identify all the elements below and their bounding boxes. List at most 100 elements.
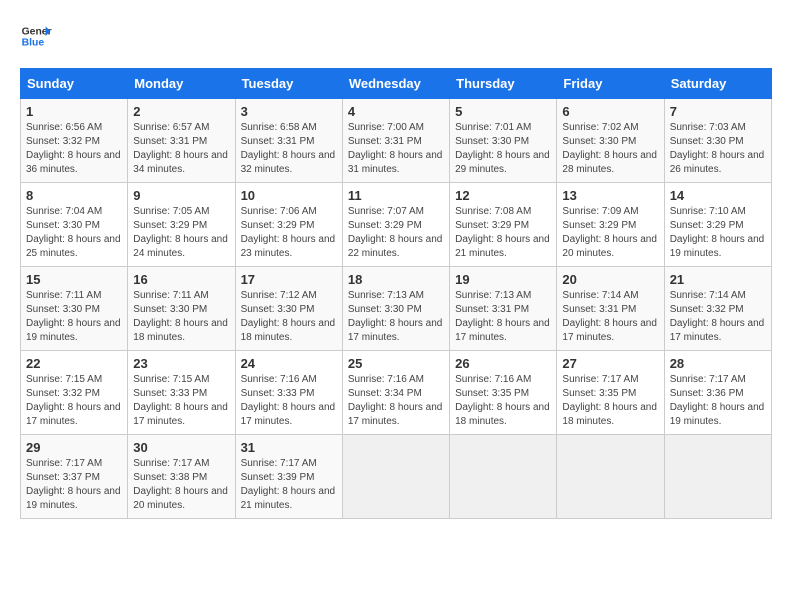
day-number: 1: [26, 104, 122, 119]
calendar-cell: 2 Sunrise: 6:57 AMSunset: 3:31 PMDayligh…: [128, 99, 235, 183]
day-number: 6: [562, 104, 658, 119]
calendar-cell: 19 Sunrise: 7:13 AMSunset: 3:31 PMDaylig…: [450, 267, 557, 351]
day-number: 27: [562, 356, 658, 371]
calendar-cell: 27 Sunrise: 7:17 AMSunset: 3:35 PMDaylig…: [557, 351, 664, 435]
calendar-cell: 16 Sunrise: 7:11 AMSunset: 3:30 PMDaylig…: [128, 267, 235, 351]
calendar-cell: 5 Sunrise: 7:01 AMSunset: 3:30 PMDayligh…: [450, 99, 557, 183]
calendar-cell: 17 Sunrise: 7:12 AMSunset: 3:30 PMDaylig…: [235, 267, 342, 351]
day-info: Sunrise: 7:03 AMSunset: 3:30 PMDaylight:…: [670, 121, 766, 177]
day-info: Sunrise: 7:11 AMSunset: 3:30 PMDaylight:…: [26, 289, 122, 345]
day-number: 4: [348, 104, 444, 119]
day-number: 20: [562, 272, 658, 287]
day-number: 12: [455, 188, 551, 203]
day-info: Sunrise: 7:09 AMSunset: 3:29 PMDaylight:…: [562, 205, 658, 261]
day-info: Sunrise: 6:58 AMSunset: 3:31 PMDaylight:…: [241, 121, 337, 177]
day-number: 30: [133, 440, 229, 455]
day-info: Sunrise: 7:13 AMSunset: 3:31 PMDaylight:…: [455, 289, 551, 345]
day-number: 29: [26, 440, 122, 455]
day-number: 17: [241, 272, 337, 287]
calendar-cell: 15 Sunrise: 7:11 AMSunset: 3:30 PMDaylig…: [21, 267, 128, 351]
calendar-cell: 4 Sunrise: 7:00 AMSunset: 3:31 PMDayligh…: [342, 99, 449, 183]
day-info: Sunrise: 7:08 AMSunset: 3:29 PMDaylight:…: [455, 205, 551, 261]
day-number: 10: [241, 188, 337, 203]
day-info: Sunrise: 7:02 AMSunset: 3:30 PMDaylight:…: [562, 121, 658, 177]
day-number: 9: [133, 188, 229, 203]
calendar-week-3: 15 Sunrise: 7:11 AMSunset: 3:30 PMDaylig…: [21, 267, 772, 351]
day-info: Sunrise: 7:04 AMSunset: 3:30 PMDaylight:…: [26, 205, 122, 261]
day-info: Sunrise: 7:17 AMSunset: 3:37 PMDaylight:…: [26, 457, 122, 513]
header-cell-saturday: Saturday: [664, 69, 771, 99]
day-info: Sunrise: 7:15 AMSunset: 3:32 PMDaylight:…: [26, 373, 122, 429]
calendar-cell: 1 Sunrise: 6:56 AMSunset: 3:32 PMDayligh…: [21, 99, 128, 183]
day-info: Sunrise: 7:13 AMSunset: 3:30 PMDaylight:…: [348, 289, 444, 345]
day-info: Sunrise: 7:11 AMSunset: 3:30 PMDaylight:…: [133, 289, 229, 345]
calendar-cell: 30 Sunrise: 7:17 AMSunset: 3:38 PMDaylig…: [128, 435, 235, 519]
page-header: General Blue: [20, 20, 772, 52]
header-cell-wednesday: Wednesday: [342, 69, 449, 99]
calendar-week-2: 8 Sunrise: 7:04 AMSunset: 3:30 PMDayligh…: [21, 183, 772, 267]
calendar-cell: 3 Sunrise: 6:58 AMSunset: 3:31 PMDayligh…: [235, 99, 342, 183]
calendar-table: SundayMondayTuesdayWednesdayThursdayFrid…: [20, 68, 772, 519]
day-number: 18: [348, 272, 444, 287]
calendar-cell: 22 Sunrise: 7:15 AMSunset: 3:32 PMDaylig…: [21, 351, 128, 435]
day-info: Sunrise: 7:16 AMSunset: 3:34 PMDaylight:…: [348, 373, 444, 429]
day-number: 2: [133, 104, 229, 119]
calendar-cell: 24 Sunrise: 7:16 AMSunset: 3:33 PMDaylig…: [235, 351, 342, 435]
calendar-cell: 18 Sunrise: 7:13 AMSunset: 3:30 PMDaylig…: [342, 267, 449, 351]
day-number: 23: [133, 356, 229, 371]
day-info: Sunrise: 7:07 AMSunset: 3:29 PMDaylight:…: [348, 205, 444, 261]
calendar-body: 1 Sunrise: 6:56 AMSunset: 3:32 PMDayligh…: [21, 99, 772, 519]
day-info: Sunrise: 7:17 AMSunset: 3:36 PMDaylight:…: [670, 373, 766, 429]
day-number: 5: [455, 104, 551, 119]
calendar-week-5: 29 Sunrise: 7:17 AMSunset: 3:37 PMDaylig…: [21, 435, 772, 519]
day-number: 22: [26, 356, 122, 371]
day-number: 3: [241, 104, 337, 119]
calendar-header-row: SundayMondayTuesdayWednesdayThursdayFrid…: [21, 69, 772, 99]
header-cell-tuesday: Tuesday: [235, 69, 342, 99]
day-info: Sunrise: 7:14 AMSunset: 3:32 PMDaylight:…: [670, 289, 766, 345]
calendar-cell: 28 Sunrise: 7:17 AMSunset: 3:36 PMDaylig…: [664, 351, 771, 435]
calendar-cell: 14 Sunrise: 7:10 AMSunset: 3:29 PMDaylig…: [664, 183, 771, 267]
day-number: 25: [348, 356, 444, 371]
calendar-cell: 20 Sunrise: 7:14 AMSunset: 3:31 PMDaylig…: [557, 267, 664, 351]
day-number: 26: [455, 356, 551, 371]
calendar-cell: 21 Sunrise: 7:14 AMSunset: 3:32 PMDaylig…: [664, 267, 771, 351]
day-info: Sunrise: 7:05 AMSunset: 3:29 PMDaylight:…: [133, 205, 229, 261]
day-info: Sunrise: 7:17 AMSunset: 3:38 PMDaylight:…: [133, 457, 229, 513]
day-info: Sunrise: 7:01 AMSunset: 3:30 PMDaylight:…: [455, 121, 551, 177]
calendar-cell: 7 Sunrise: 7:03 AMSunset: 3:30 PMDayligh…: [664, 99, 771, 183]
day-number: 19: [455, 272, 551, 287]
calendar-cell: 6 Sunrise: 7:02 AMSunset: 3:30 PMDayligh…: [557, 99, 664, 183]
day-info: Sunrise: 7:10 AMSunset: 3:29 PMDaylight:…: [670, 205, 766, 261]
day-info: Sunrise: 7:06 AMSunset: 3:29 PMDaylight:…: [241, 205, 337, 261]
day-number: 21: [670, 272, 766, 287]
day-number: 28: [670, 356, 766, 371]
calendar-cell: 13 Sunrise: 7:09 AMSunset: 3:29 PMDaylig…: [557, 183, 664, 267]
svg-text:Blue: Blue: [22, 38, 45, 49]
calendar-cell: 11 Sunrise: 7:07 AMSunset: 3:29 PMDaylig…: [342, 183, 449, 267]
day-number: 7: [670, 104, 766, 119]
day-number: 24: [241, 356, 337, 371]
calendar-cell: 31 Sunrise: 7:17 AMSunset: 3:39 PMDaylig…: [235, 435, 342, 519]
calendar-cell: 23 Sunrise: 7:15 AMSunset: 3:33 PMDaylig…: [128, 351, 235, 435]
calendar-week-4: 22 Sunrise: 7:15 AMSunset: 3:32 PMDaylig…: [21, 351, 772, 435]
header-cell-friday: Friday: [557, 69, 664, 99]
day-number: 8: [26, 188, 122, 203]
day-info: Sunrise: 7:14 AMSunset: 3:31 PMDaylight:…: [562, 289, 658, 345]
calendar-cell: 25 Sunrise: 7:16 AMSunset: 3:34 PMDaylig…: [342, 351, 449, 435]
calendar-cell: 10 Sunrise: 7:06 AMSunset: 3:29 PMDaylig…: [235, 183, 342, 267]
day-info: Sunrise: 6:57 AMSunset: 3:31 PMDaylight:…: [133, 121, 229, 177]
day-info: Sunrise: 7:16 AMSunset: 3:33 PMDaylight:…: [241, 373, 337, 429]
calendar-cell: [342, 435, 449, 519]
day-number: 14: [670, 188, 766, 203]
day-info: Sunrise: 7:00 AMSunset: 3:31 PMDaylight:…: [348, 121, 444, 177]
header-cell-monday: Monday: [128, 69, 235, 99]
day-number: 31: [241, 440, 337, 455]
day-info: Sunrise: 7:16 AMSunset: 3:35 PMDaylight:…: [455, 373, 551, 429]
logo-icon: General Blue: [20, 20, 52, 52]
calendar-cell: 12 Sunrise: 7:08 AMSunset: 3:29 PMDaylig…: [450, 183, 557, 267]
day-number: 13: [562, 188, 658, 203]
day-number: 11: [348, 188, 444, 203]
day-info: Sunrise: 7:17 AMSunset: 3:39 PMDaylight:…: [241, 457, 337, 513]
calendar-cell: [450, 435, 557, 519]
